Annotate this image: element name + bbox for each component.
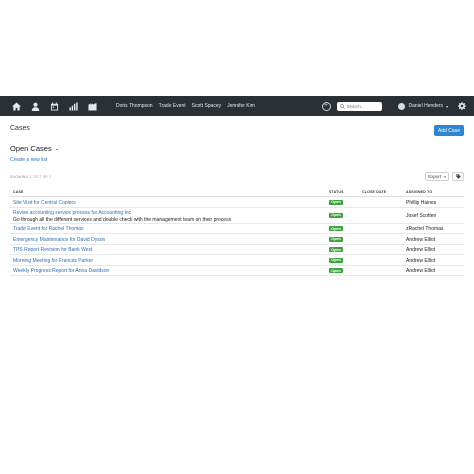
- tag-button[interactable]: [452, 172, 464, 181]
- caret-down-icon: ▾: [445, 103, 448, 109]
- caret-down-icon: ▾: [444, 174, 446, 179]
- assigned-to: zRachel Thomas: [406, 226, 444, 232]
- case-link[interactable]: Revise accounting service process for Ac…: [13, 210, 231, 216]
- assigned-to: Andrew Elliot: [406, 268, 436, 274]
- case-link[interactable]: Morning Meeting for Frances Parker: [13, 258, 93, 264]
- top-navigation-bar: Doris Thompson Trade Event Scott Spacey …: [0, 96, 474, 116]
- assigned-to: Andrew Elliot: [406, 236, 436, 243]
- showing-count: SHOWING 1 TO 7 OF 7: [10, 175, 52, 179]
- case-link[interactable]: Trade Event for Rachel Thomas: [13, 226, 84, 232]
- assigned-to: Andrew Elliot: [406, 257, 436, 264]
- table-header: CASE STATUS CLOSE DATE ASSIGNED TO: [10, 187, 464, 197]
- avatar: [397, 102, 405, 110]
- recent-items: Doris Thompson Trade Event Scott Spacey …: [116, 103, 255, 109]
- user-menu[interactable]: Daniel Henders ▾: [397, 102, 448, 110]
- recent-item-link[interactable]: Doris Thompson: [116, 103, 153, 109]
- header-assigned-to[interactable]: ASSIGNED TO: [406, 190, 432, 194]
- cases-table: CASE STATUS CLOSE DATE ASSIGNED TO Site …: [10, 187, 464, 276]
- search-input[interactable]: [346, 102, 381, 110]
- table-row: Weekly Progress Report for Anna Davidson…: [10, 266, 464, 276]
- header-status[interactable]: STATUS: [329, 190, 344, 194]
- recent-item-link[interactable]: Trade Event: [159, 103, 186, 109]
- recent-item-link[interactable]: Jennifer Kim: [227, 103, 255, 109]
- list-selector[interactable]: Open Cases ⌄: [10, 144, 59, 153]
- gear-icon[interactable]: [458, 102, 466, 110]
- export-label: Export: [428, 174, 442, 179]
- status-badge: Open: [329, 199, 343, 205]
- search-icon: [339, 103, 345, 109]
- case-link[interactable]: Site Visit for Central Copiers: [13, 200, 76, 206]
- search-box: [336, 101, 382, 111]
- table-row: Morning Meeting for Frances Parker Open …: [10, 255, 464, 266]
- list-title: Open Cases: [10, 144, 52, 153]
- case-cell: Revise accounting service process for Ac…: [13, 210, 231, 223]
- chevron-down-icon: ⌄: [54, 145, 59, 152]
- page-title: Cases: [10, 125, 30, 132]
- bar-chart-icon[interactable]: [65, 98, 81, 114]
- quick-add-button[interactable]: +: [321, 101, 331, 111]
- plus-icon: +: [323, 102, 329, 109]
- header-close-date[interactable]: CLOSE DATE: [362, 190, 386, 194]
- status-badge: Open: [329, 226, 343, 231]
- assigned-to: Josef Scotten: [406, 212, 437, 219]
- case-link[interactable]: TPS Report Revision for Bank West: [13, 247, 92, 253]
- user-name: Daniel Henders: [408, 103, 443, 109]
- status-badge: Open: [329, 236, 343, 242]
- person-icon[interactable]: [27, 98, 43, 114]
- recent-item-link[interactable]: Scott Spacey: [192, 103, 221, 109]
- table-row: Trade Event for Rachel Thomas Open zRach…: [10, 224, 464, 234]
- add-case-button[interactable]: Add Case: [434, 125, 464, 136]
- table-row: Emergency Maintenance for David Dyson Op…: [10, 234, 464, 245]
- status-badge: Open: [329, 268, 343, 273]
- case-description: Go through all the different services an…: [13, 216, 232, 223]
- assigned-to: Phillip Haines: [406, 199, 437, 206]
- topbar-right-tools: + Daniel Henders ▾: [321, 96, 474, 116]
- nav-icon-group: [6, 98, 100, 114]
- case-link[interactable]: Emergency Maintenance for David Dyson: [13, 237, 105, 243]
- export-button[interactable]: Export ▾: [425, 172, 449, 181]
- table-row: TPS Report Revision for Bank West Open A…: [10, 245, 464, 255]
- table-row: Revise accounting service process for Ac…: [10, 208, 464, 224]
- header-case[interactable]: CASE: [13, 190, 24, 194]
- table-row: Site Visit for Central Copiers Open Phil…: [10, 197, 464, 208]
- create-list-link[interactable]: Create a new list: [10, 157, 47, 163]
- status-badge: Open: [329, 247, 343, 252]
- home-icon[interactable]: [8, 98, 24, 114]
- building-icon[interactable]: [84, 98, 100, 114]
- status-badge: Open: [329, 212, 343, 218]
- status-badge: Open: [329, 257, 343, 263]
- assigned-to: Andrew Elliot: [406, 247, 436, 253]
- case-link[interactable]: Weekly Progress Report for Anna Davidson: [13, 268, 109, 274]
- calendar-icon[interactable]: [46, 98, 62, 114]
- tag-icon: [455, 174, 461, 179]
